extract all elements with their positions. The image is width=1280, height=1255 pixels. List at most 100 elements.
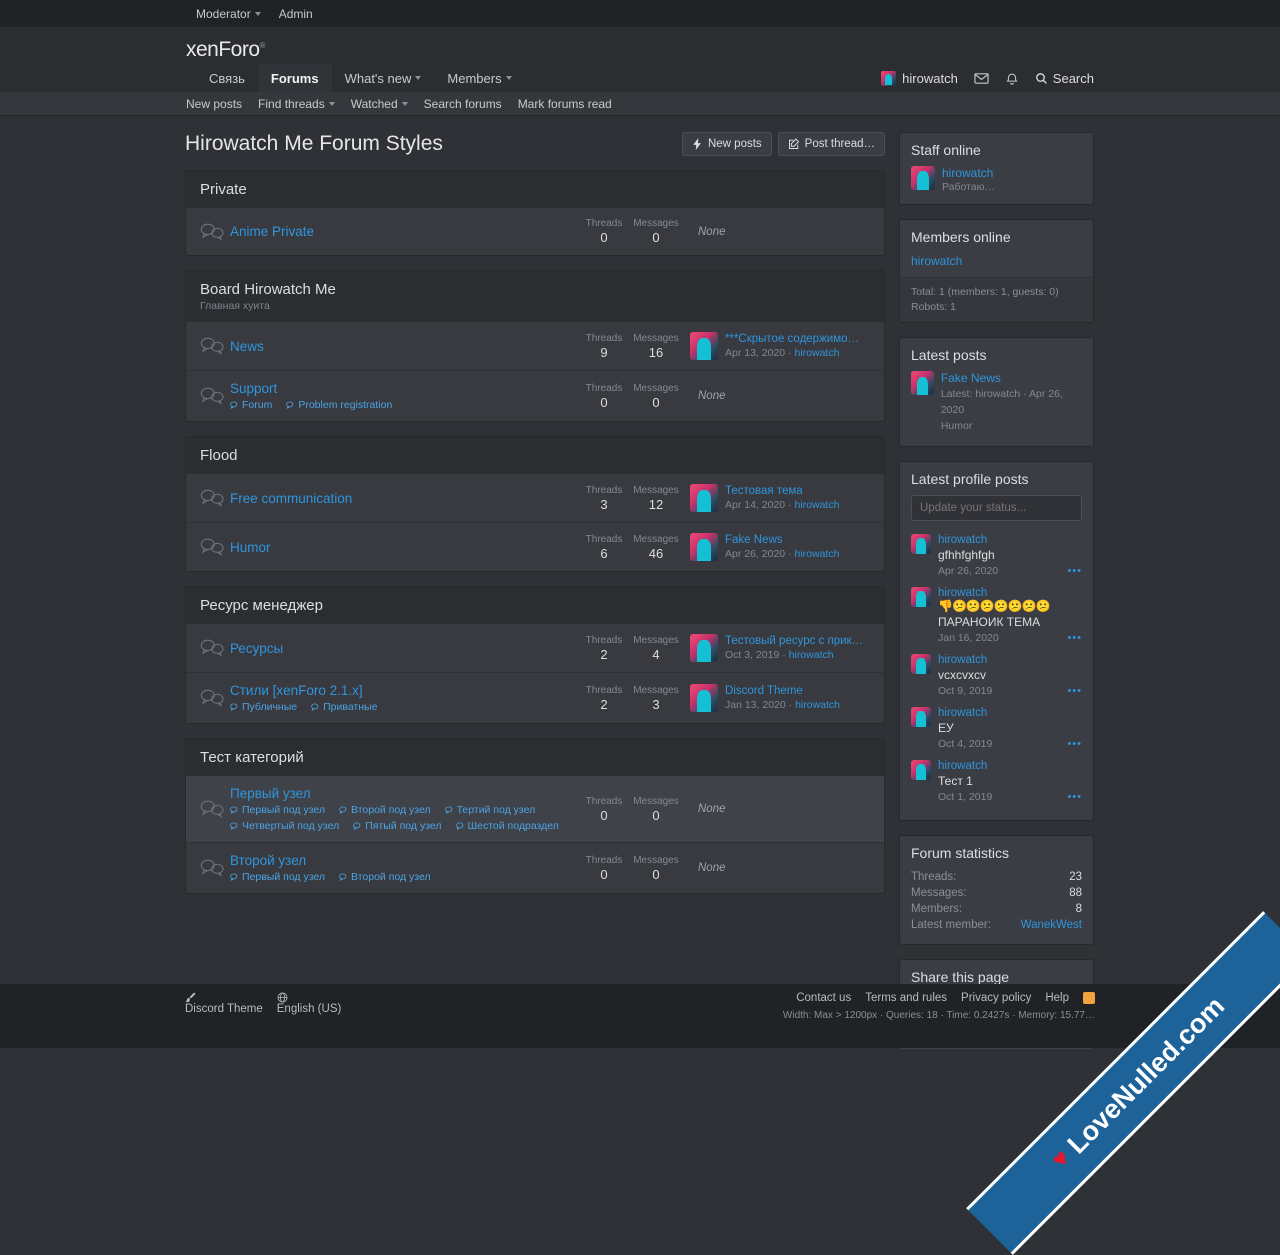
brand-bar: xenForo® — [0, 27, 1280, 64]
forum-node[interactable]: Стили [xenForo 2.1.x] Публичные Приватные T… — [186, 673, 884, 723]
avatar[interactable] — [911, 586, 931, 607]
forum-node[interactable]: News Threads 9 Messages 16 ***Скрытое содержи… — [186, 322, 884, 371]
footer-link[interactable]: Terms and rules — [865, 992, 947, 1004]
avatar[interactable] — [690, 684, 718, 712]
sub-forum-link[interactable]: Problem registration — [286, 399, 392, 411]
profile-post[interactable]: hirowatch 👎😕😕😕😕😕😕😕 ПАРАНОИК ТЕМА Jan 16, 20… — [911, 583, 1082, 650]
thread-title[interactable]: Fake News — [941, 371, 1082, 385]
avatar[interactable] — [911, 653, 931, 674]
profile-post[interactable]: hirowatch vcxcvxcv Oct 9, 2019 ••• — [911, 650, 1082, 703]
footer-theme-chooser[interactable]: Discord Theme — [185, 992, 263, 1021]
forum-node[interactable]: Ресурсы Threads 2 Messages 4 Тестовый ресурс … — [186, 624, 884, 673]
forum-node[interactable]: Free communication Threads 3 Messages 12 Тест… — [186, 474, 884, 523]
page-title: Hirowatch Me Forum Styles — [185, 132, 443, 155]
last-post-user[interactable]: hirowatch — [795, 699, 840, 711]
sub-forum-link[interactable]: Второй под узел — [339, 804, 431, 816]
post-thread-button[interactable]: Post thread… — [777, 132, 885, 156]
new-posts-button[interactable]: New posts — [681, 132, 772, 156]
speech-bubbles-icon — [200, 689, 224, 707]
avatar[interactable] — [690, 533, 718, 561]
sub-forum-link[interactable]: Приватные — [311, 701, 377, 713]
footer-link[interactable]: Privacy policy — [961, 992, 1031, 1004]
last-post-user[interactable]: hirowatch — [794, 347, 839, 359]
forum-node[interactable]: Второй узел Первый под узел Второй под узе… — [186, 843, 884, 893]
subnav-mark-forums-read[interactable]: Mark forums read — [518, 97, 612, 111]
profile-post[interactable]: hirowatch ЕУ Oct 4, 2019 ••• — [911, 703, 1082, 756]
user-menu[interactable]: hirowatch — [881, 70, 958, 86]
alerts-bell-icon[interactable] — [1005, 71, 1019, 86]
sub-forum-link[interactable]: Пятый под узел — [353, 820, 442, 832]
forum-node[interactable]: Support Forum Problem registration Threads 0… — [186, 371, 884, 421]
avatar[interactable] — [690, 484, 718, 512]
avatar[interactable] — [911, 759, 931, 780]
subnav-new-posts[interactable]: New posts — [186, 97, 242, 111]
footer-language-chooser[interactable]: English (US) — [277, 992, 341, 1021]
rss-icon[interactable] — [1083, 992, 1095, 1004]
forum-node[interactable]: Anime Private Threads 0 Messages 0 None — [186, 208, 884, 255]
category-header[interactable]: Board Hirowatch Me Главная хуита — [186, 271, 884, 322]
statistic-value[interactable]: WanekWest — [1021, 919, 1082, 931]
last-post-user[interactable]: hirowatch — [794, 548, 839, 560]
sub-forum-link[interactable]: Шестой подраздел — [455, 820, 559, 832]
sub-forum-link[interactable]: Первый под узел — [230, 804, 325, 816]
statistic-label: Messages: — [911, 886, 967, 899]
moderator-menu[interactable]: Moderator — [196, 7, 261, 21]
profile-post[interactable]: hirowatch gfhhfghfgh Apr 26, 2020 ••• — [911, 530, 1082, 583]
threads-stat: Threads 2 — [585, 684, 623, 712]
profile-post-user: hirowatch — [938, 759, 988, 772]
nav-tab-svyaz[interactable]: Связь — [196, 64, 258, 92]
avatar[interactable] — [911, 706, 931, 727]
category-header[interactable]: Ресурс менеджер — [186, 587, 884, 624]
category-header[interactable]: Flood — [186, 437, 884, 474]
sub-forum-link[interactable]: Первый под узел — [230, 871, 325, 883]
category-title: Тест категорий — [200, 749, 304, 766]
last-post-title: Fake News — [725, 534, 783, 546]
forum-node-title: Ресурсы — [230, 640, 284, 656]
members-online-user[interactable]: hirowatch — [911, 254, 962, 268]
sub-forum-link[interactable]: Тертий под узел — [444, 804, 535, 816]
avatar[interactable] — [911, 533, 931, 554]
footer-link[interactable]: Help — [1045, 992, 1069, 1004]
username[interactable]: hirowatch — [942, 166, 995, 180]
status-input[interactable] — [911, 494, 1082, 521]
messages-stat: Messages 0 — [633, 854, 679, 882]
profile-post[interactable]: hirowatch Тест 1 Oct 1, 2019 ••• — [911, 756, 1082, 809]
sub-forum-link[interactable]: Четвертый под узел — [230, 820, 339, 832]
latest-profile-posts-block: Latest profile posts hirowatchgfhhfghfgh… — [899, 460, 1094, 821]
sub-forum-link[interactable]: Публичные — [230, 701, 297, 713]
site-logo[interactable]: xenForo® — [186, 38, 265, 64]
statistic-label: Latest member: — [911, 918, 991, 931]
avatar[interactable] — [690, 634, 718, 662]
profile-post-menu[interactable]: ••• — [1067, 632, 1082, 644]
subnav-find-threads[interactable]: Find threads — [258, 97, 335, 111]
sub-forum-link[interactable]: Forum — [230, 399, 272, 411]
last-post-user[interactable]: hirowatch — [794, 499, 839, 511]
profile-post-menu[interactable]: ••• — [1067, 565, 1082, 577]
avatar[interactable] — [690, 332, 718, 360]
forum-category: Тест категорий Первый узел Первый под узел… — [185, 738, 885, 894]
last-post-user[interactable]: hirowatch — [789, 649, 834, 661]
forum-node[interactable]: Humor Threads 6 Messages 46 Fake News Apr 26, … — [186, 523, 884, 571]
forum-category: Flood Free communication Threads 3 Messages 1… — [185, 436, 885, 572]
subnav-watched[interactable]: Watched — [351, 97, 408, 111]
category-title: Flood — [200, 447, 238, 464]
nav-tab-members[interactable]: Members — [434, 64, 524, 92]
profile-post-menu[interactable]: ••• — [1067, 738, 1082, 750]
forum-node[interactable]: Первый узел Первый под узел Второй под узе… — [186, 776, 884, 843]
forum-statistics-title: Forum statistics — [911, 844, 1010, 861]
profile-post-menu[interactable]: ••• — [1067, 685, 1082, 697]
sub-forum-list: Публичные Приватные — [230, 701, 578, 713]
search-button[interactable]: Search — [1035, 71, 1094, 86]
category-header[interactable]: Тест категорий — [186, 739, 884, 776]
subnav-search-forums[interactable]: Search forums — [424, 97, 502, 111]
admin-link[interactable]: Admin — [279, 7, 313, 21]
profile-post-menu[interactable]: ••• — [1067, 791, 1082, 803]
sub-forum-link[interactable]: Второй под узел — [339, 871, 431, 883]
footer-link[interactable]: Contact us — [796, 992, 851, 1004]
staff-online-user[interactable]: hirowatch Работаю… — [911, 166, 1082, 193]
conversations-icon[interactable] — [974, 71, 989, 86]
nav-tab-forums[interactable]: Forums — [257, 64, 332, 92]
category-header[interactable]: Private — [186, 171, 884, 208]
latest-post-item[interactable]: Fake News Latest: hirowatch · Apr 26, 20… — [911, 371, 1082, 434]
nav-tab-whats-new[interactable]: What's new — [332, 64, 435, 92]
